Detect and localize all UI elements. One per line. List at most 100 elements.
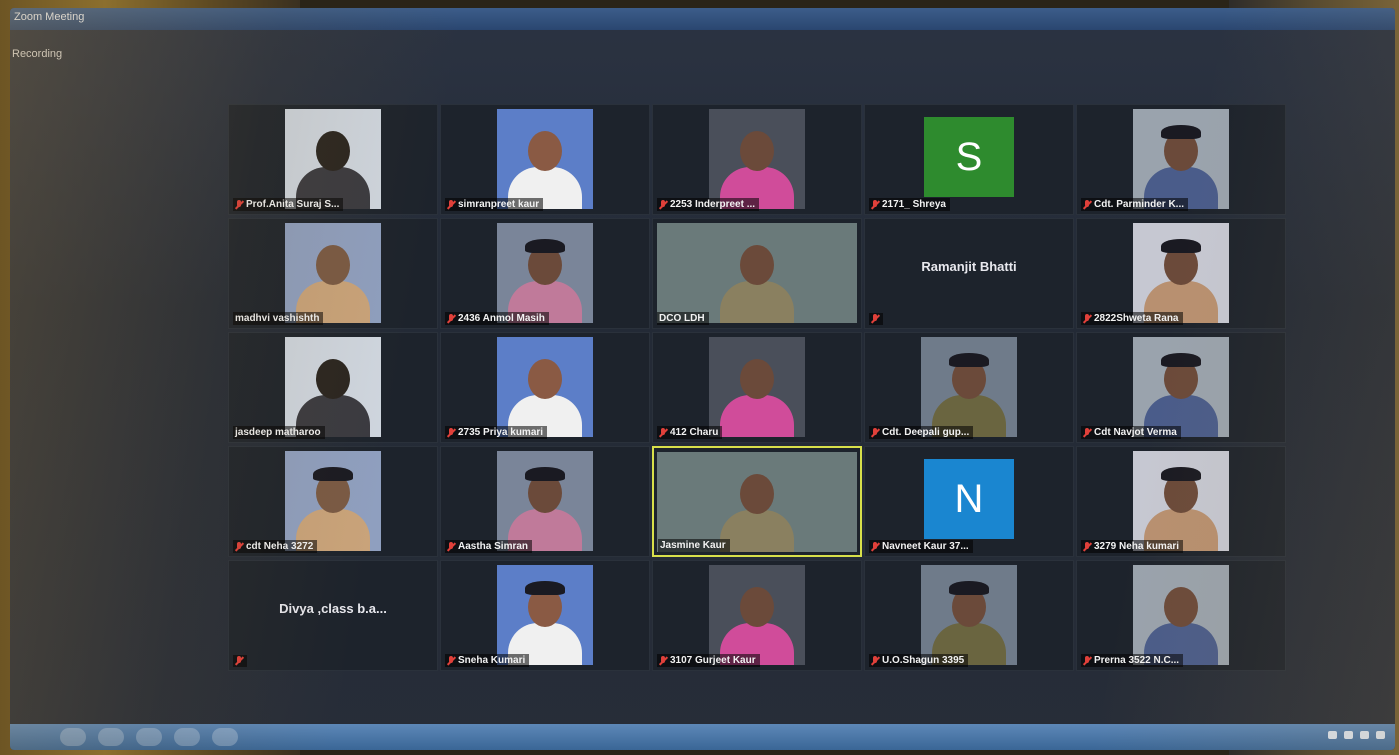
participant-face <box>740 131 774 171</box>
participant-face <box>740 474 774 514</box>
participant-video <box>1133 223 1229 323</box>
participant-avatar-initial: S <box>924 117 1014 197</box>
tray-arrow-icon[interactable] <box>1328 731 1337 739</box>
participant-name-text: 2436 Anmol Masih <box>458 313 545 324</box>
participant-name-text: 412 Charu <box>670 427 719 438</box>
participant-name-text: cdt Neha 3272 <box>246 541 314 552</box>
participant-tile[interactable]: Cdt. Deepali gup... <box>864 332 1074 443</box>
participant-video <box>497 451 593 551</box>
participant-name-text: Prof.Anita Suraj S... <box>246 199 340 210</box>
participant-name-label: 2171_ Shreya <box>869 198 950 211</box>
muted-microphone-icon <box>871 655 879 666</box>
participant-tile[interactable]: U.O.Shagun 3395 <box>864 560 1074 671</box>
participant-tile[interactable]: Sneha Kumari <box>440 560 650 671</box>
network-icon[interactable] <box>1344 731 1353 739</box>
taskbar-app-icon[interactable] <box>60 728 86 746</box>
participant-name-label <box>233 655 247 667</box>
participant-tile[interactable]: madhvi vashishth <box>228 218 438 329</box>
participant-name-label: Prof.Anita Suraj S... <box>233 198 344 211</box>
participant-video <box>497 565 593 665</box>
participant-video <box>497 337 593 437</box>
participant-tile[interactable]: 2735 Priya kumari <box>440 332 650 443</box>
system-tray <box>1328 731 1385 739</box>
participant-name-label: cdt Neha 3272 <box>233 540 318 553</box>
participant-tile[interactable]: 3279 Neha kumari <box>1076 446 1286 557</box>
participant-name-label: Sneha Kumari <box>445 654 530 667</box>
participant-tile[interactable]: jasdeep matharoo <box>228 332 438 443</box>
participant-tile[interactable]: cdt Neha 3272 <box>228 446 438 557</box>
participant-name-label: 2735 Priya kumari <box>445 426 548 439</box>
participant-name-text: Cdt. Parminder K... <box>1094 199 1185 210</box>
muted-microphone-icon <box>659 655 667 666</box>
participant-name-label: 3107 Gurjeet Kaur <box>657 654 760 667</box>
participant-tile[interactable]: Ramanjit Bhatti <box>864 218 1074 329</box>
participant-tile[interactable]: simranpreet kaur <box>440 104 650 215</box>
participant-tile[interactable]: Prerna 3522 N.C... <box>1076 560 1286 671</box>
participant-face <box>316 245 350 285</box>
muted-microphone-icon <box>1083 199 1091 210</box>
participant-tile[interactable]: Jasmine Kaur <box>652 446 862 557</box>
participant-face <box>528 131 562 171</box>
participant-tile[interactable]: N Navneet Kaur 37... <box>864 446 1074 557</box>
participant-name-label: Cdt Navjot Verma <box>1081 426 1181 439</box>
participant-face <box>740 587 774 627</box>
muted-microphone-icon <box>235 199 243 210</box>
participant-video <box>497 223 593 323</box>
taskbar-app-icon[interactable] <box>212 728 238 746</box>
battery-icon[interactable] <box>1376 731 1385 739</box>
participant-name-label: 2822Shweta Rana <box>1081 312 1183 325</box>
participant-video <box>285 451 381 551</box>
participant-name-text: 2735 Priya kumari <box>458 427 544 438</box>
window-title-bar[interactable]: Zoom Meeting <box>10 8 1395 30</box>
muted-microphone-icon <box>871 541 879 552</box>
muted-microphone-icon <box>235 656 243 666</box>
participant-tile[interactable]: Cdt. Parminder K... <box>1076 104 1286 215</box>
muted-microphone-icon <box>447 427 455 438</box>
muted-microphone-icon <box>871 199 879 210</box>
participant-tile[interactable]: DCO LDH <box>652 218 862 329</box>
participant-video <box>1133 565 1229 665</box>
participant-name-label: Jasmine Kaur <box>658 539 730 552</box>
muted-microphone-icon <box>235 541 243 552</box>
participant-tile[interactable]: 2436 Anmol Masih <box>440 218 650 329</box>
participant-video <box>657 223 857 323</box>
participant-tile[interactable]: Divya ,class b.a... <box>228 560 438 671</box>
participant-tile[interactable]: Cdt Navjot Verma <box>1076 332 1286 443</box>
zoom-meeting-window: Zoom Meeting Recording Prof.Anita Suraj … <box>10 8 1395 750</box>
participant-tile[interactable]: 412 Charu <box>652 332 862 443</box>
beret-cap <box>525 467 565 481</box>
participant-tile[interactable]: 3107 Gurjeet Kaur <box>652 560 862 671</box>
participant-figure <box>720 510 794 552</box>
beret-cap <box>949 581 989 595</box>
muted-microphone-icon <box>871 427 879 438</box>
participant-name-text: Jasmine Kaur <box>660 540 726 551</box>
participant-name-label: 2436 Anmol Masih <box>445 312 549 325</box>
window-title: Zoom Meeting <box>14 11 85 23</box>
beret-cap <box>1161 467 1201 481</box>
participant-name-text: 2171_ Shreya <box>882 199 946 210</box>
participant-name-text: Cdt. Deepali gup... <box>882 427 970 438</box>
taskbar-app-icon[interactable] <box>98 728 124 746</box>
participant-name-label: 3279 Neha kumari <box>1081 540 1184 553</box>
participant-tile[interactable]: Prof.Anita Suraj S... <box>228 104 438 215</box>
participant-tile[interactable]: S 2171_ Shreya <box>864 104 1074 215</box>
participant-video <box>1133 337 1229 437</box>
participant-face <box>740 359 774 399</box>
participant-figure <box>720 281 794 323</box>
taskbar-app-icon[interactable] <box>174 728 200 746</box>
volume-icon[interactable] <box>1360 731 1369 739</box>
participant-name-center: Ramanjit Bhatti <box>921 259 1017 274</box>
participant-name-text: 2822Shweta Rana <box>1094 313 1179 324</box>
participant-name-text: 3279 Neha kumari <box>1094 541 1180 552</box>
participant-face <box>740 245 774 285</box>
participant-name-label: Cdt. Deepali gup... <box>869 426 974 439</box>
participant-tile[interactable]: Aastha Simran <box>440 446 650 557</box>
muted-microphone-icon <box>659 427 667 438</box>
participant-tile[interactable]: 2822Shweta Rana <box>1076 218 1286 329</box>
taskbar-app-icon[interactable] <box>136 728 162 746</box>
participant-name-text: Cdt Navjot Verma <box>1094 427 1177 438</box>
recording-indicator: Recording <box>12 48 63 60</box>
participant-name-text: jasdeep matharoo <box>235 427 321 438</box>
muted-microphone-icon <box>1083 541 1091 552</box>
participant-tile[interactable]: 2253 Inderpreet ... <box>652 104 862 215</box>
